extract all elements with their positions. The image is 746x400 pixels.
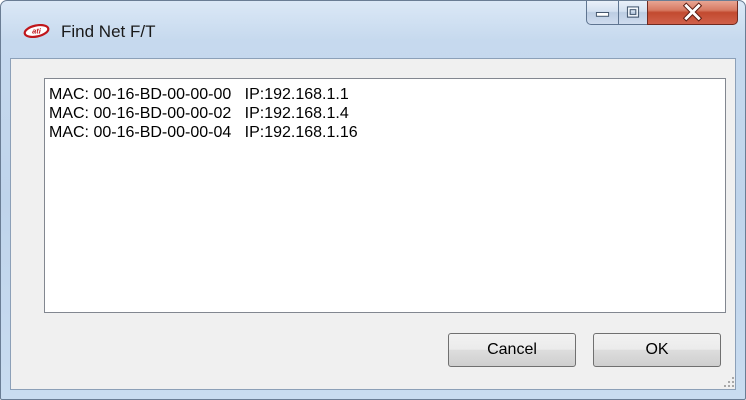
mac-address: MAC: 00-16-BD-00-00-04 bbox=[49, 124, 232, 141]
list-item[interactable]: MAC: 00-16-BD-00-00-04 IP:192.168.1.16 bbox=[49, 123, 358, 142]
title-bar[interactable]: ati Find Net F/T bbox=[1, 1, 745, 59]
minimize-icon bbox=[595, 12, 610, 17]
ip-address: IP:192.168.1.1 bbox=[244, 86, 349, 103]
dialog-client-area: MAC: 00-16-BD-00-00-00 IP:192.168.1.1 MA… bbox=[10, 58, 736, 390]
cancel-button[interactable]: Cancel bbox=[448, 333, 576, 367]
list-item[interactable]: MAC: 00-16-BD-00-00-02 IP:192.168.1.4 bbox=[49, 104, 349, 123]
ok-button[interactable]: OK bbox=[593, 333, 721, 367]
caption-buttons bbox=[586, 1, 738, 27]
minimize-button[interactable] bbox=[586, 1, 619, 25]
svg-text:ati: ati bbox=[32, 27, 42, 36]
device-listbox[interactable]: MAC: 00-16-BD-00-00-00 IP:192.168.1.1 MA… bbox=[44, 78, 726, 313]
window-title: Find Net F/T bbox=[61, 22, 156, 41]
resize-grip-icon[interactable] bbox=[721, 374, 735, 388]
mac-address: MAC: 00-16-BD-00-00-00 bbox=[49, 86, 232, 103]
close-button[interactable] bbox=[647, 1, 738, 25]
list-item[interactable]: MAC: 00-16-BD-00-00-00 IP:192.168.1.1 bbox=[49, 85, 349, 104]
maximize-button[interactable] bbox=[618, 1, 648, 25]
ip-address: IP:192.168.1.4 bbox=[244, 105, 349, 122]
maximize-icon bbox=[626, 6, 640, 18]
find-net-ft-window: ati Find Net F/T MAC: 00-16-BD-00-00-00 … bbox=[0, 0, 746, 400]
mac-address: MAC: 00-16-BD-00-00-02 bbox=[49, 105, 232, 122]
close-icon bbox=[682, 2, 703, 22]
ip-address: IP:192.168.1.16 bbox=[244, 124, 358, 141]
ati-logo-icon: ati bbox=[23, 24, 50, 38]
